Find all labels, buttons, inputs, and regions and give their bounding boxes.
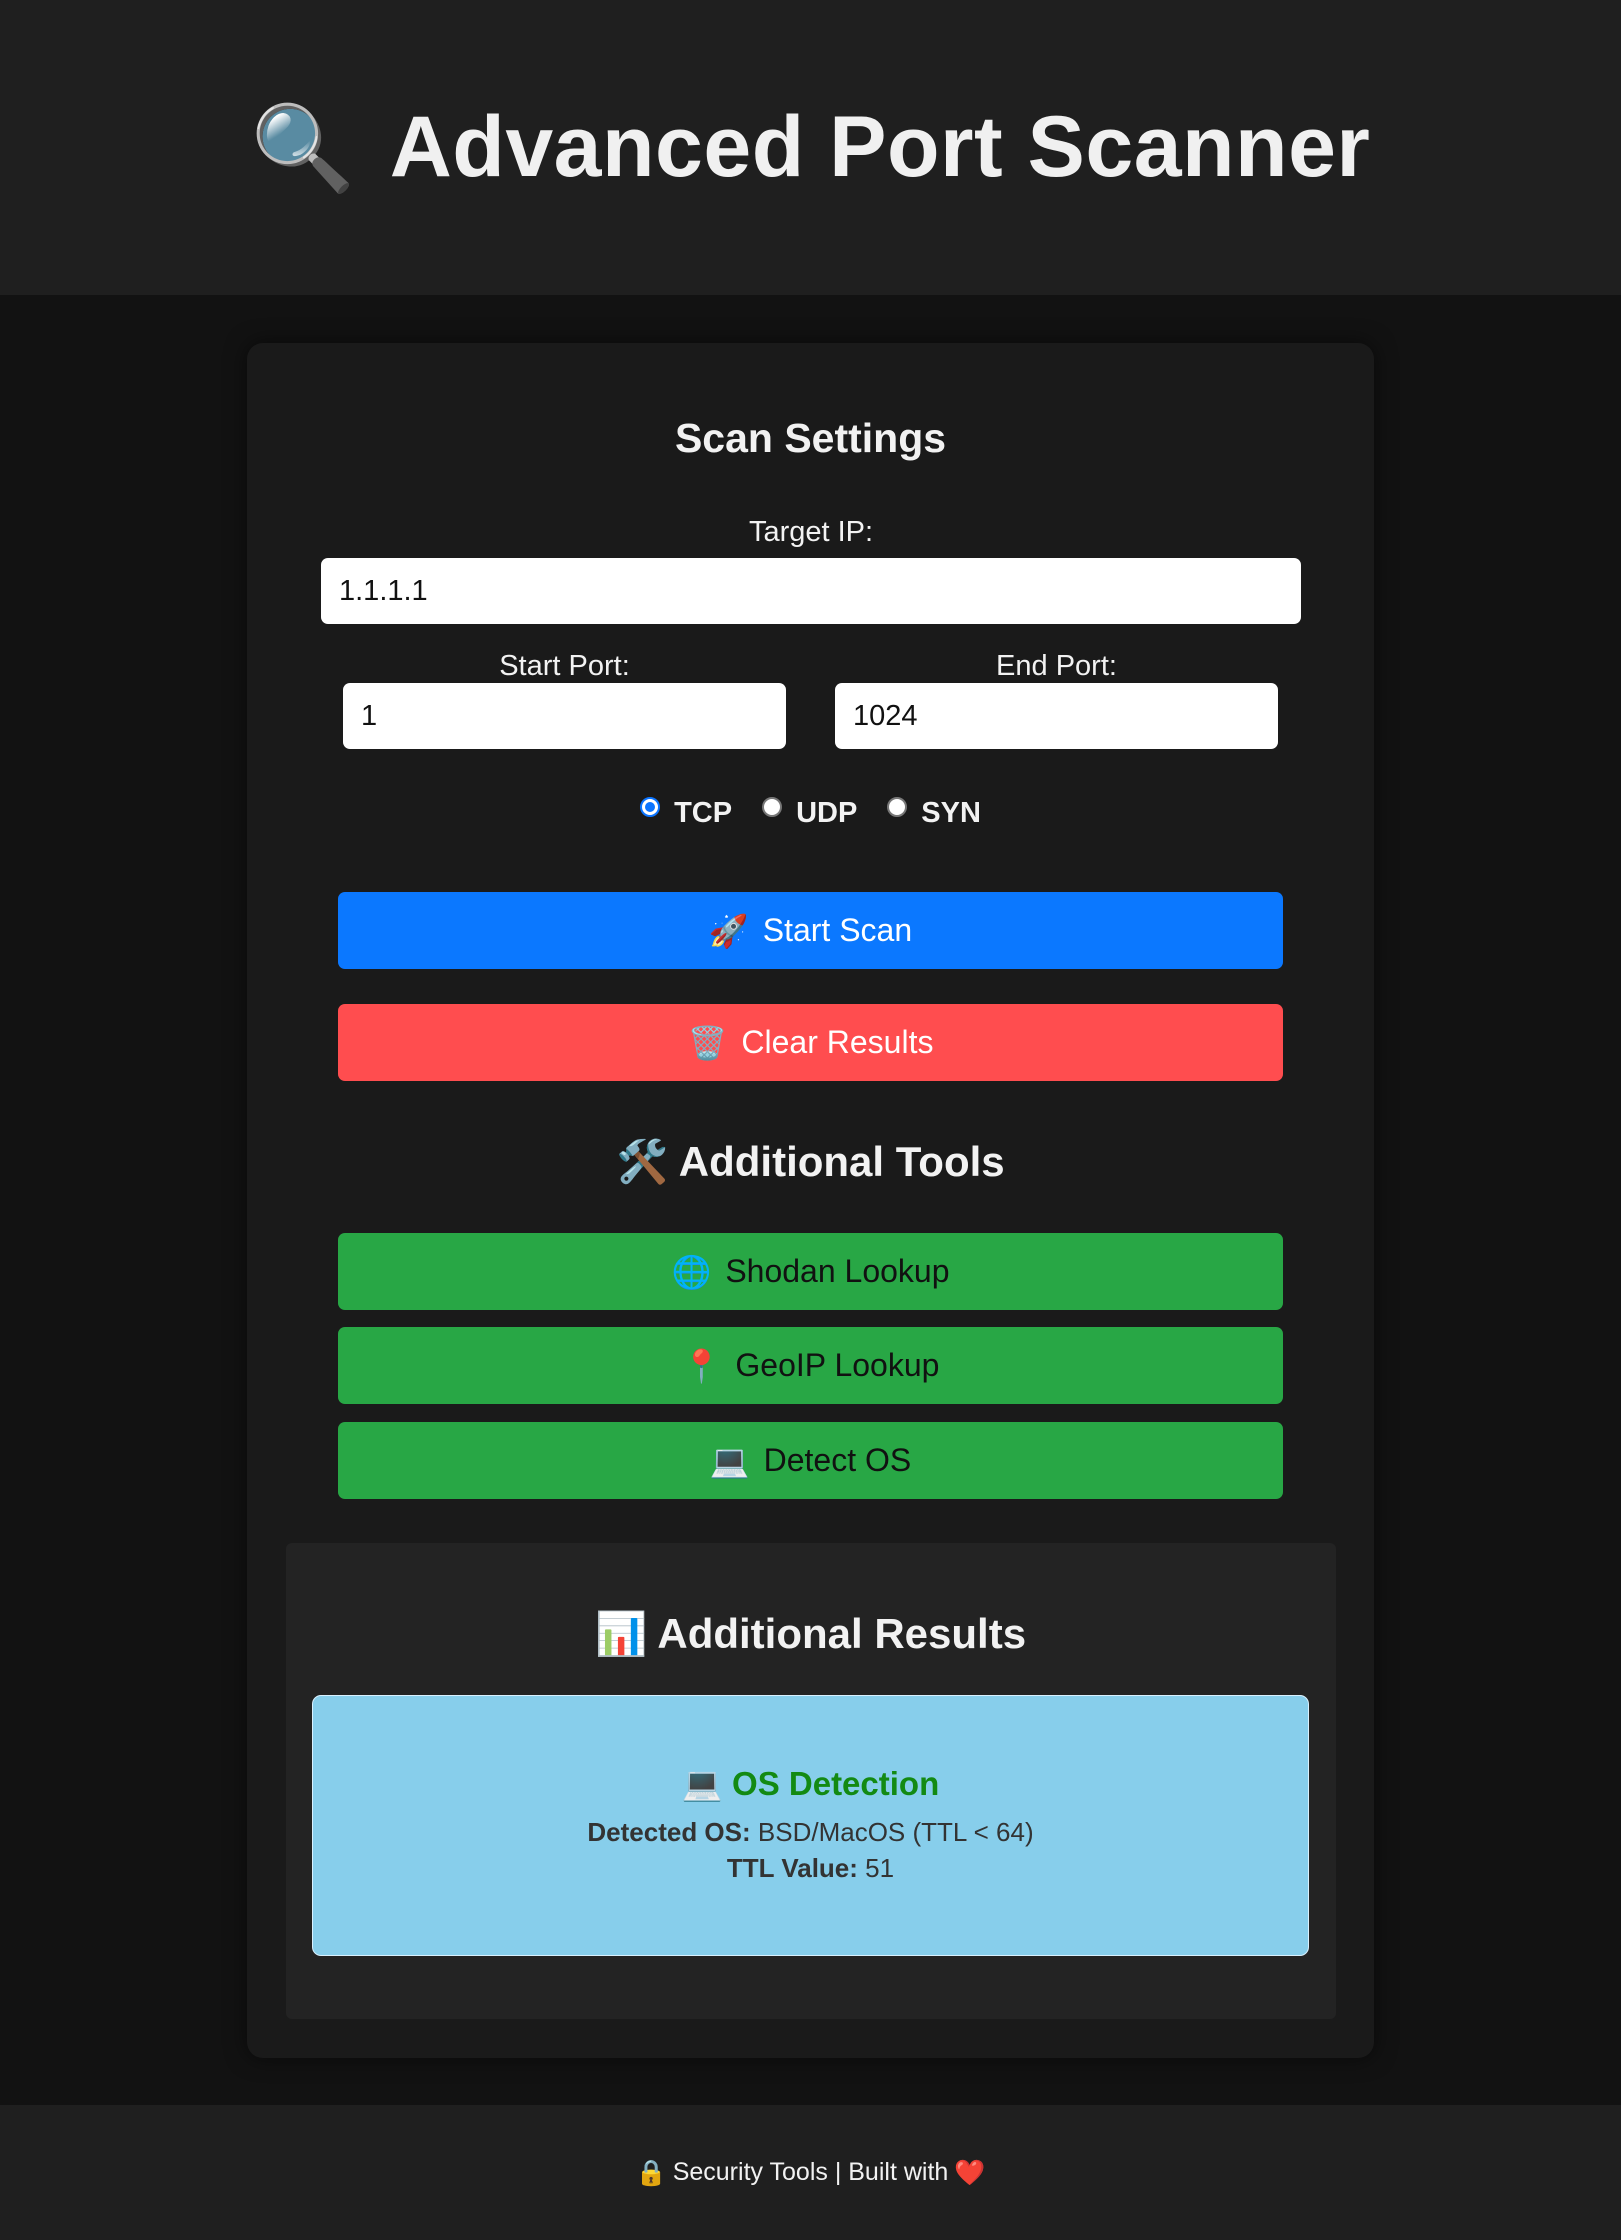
protocol-udp-radio[interactable] bbox=[762, 796, 783, 817]
protocol-tcp-option[interactable]: TCP bbox=[640, 796, 733, 830]
additional-tools-text: Additional Tools bbox=[678, 1138, 1005, 1185]
ttl-value-label: TTL Value: bbox=[726, 1853, 858, 1883]
start-port-label: Start Port: bbox=[499, 650, 630, 682]
ttl-value: 51 bbox=[865, 1853, 895, 1883]
additional-results-text: Additional Results bbox=[657, 1610, 1027, 1657]
os-detection-title-text: OS Detection bbox=[732, 1765, 940, 1802]
protocol-syn-label: SYN bbox=[921, 797, 981, 829]
geoip-lookup-label: GeoIP Lookup bbox=[735, 1347, 940, 1383]
scan-settings-title: Scan Settings bbox=[674, 415, 947, 461]
protocol-syn-option[interactable]: SYN bbox=[887, 796, 981, 830]
detected-os-label: Detected OS: bbox=[587, 1817, 751, 1847]
globe-icon: 🌐 bbox=[671, 1252, 712, 1291]
protocol-tcp-radio[interactable] bbox=[640, 796, 661, 817]
end-port-label: End Port: bbox=[996, 650, 1117, 682]
protocol-udp-label: UDP bbox=[796, 797, 858, 829]
target-ip-label: Target IP: bbox=[748, 516, 874, 548]
additional-tools-title: 🛠️ Additional Tools bbox=[0, 1137, 1621, 1187]
protocol-radio-group: TCP UDP SYN bbox=[0, 796, 1621, 830]
app-footer: 🔒 Security Tools | Built with ❤️ bbox=[0, 2105, 1621, 2240]
shodan-lookup-button[interactable]: 🌐 Shodan Lookup bbox=[338, 1233, 1283, 1310]
ttl-value-line: TTL Value: 51 bbox=[313, 1853, 1308, 1884]
end-port-input[interactable]: 1024 bbox=[835, 683, 1278, 749]
start-scan-label: Start Scan bbox=[762, 912, 913, 948]
detected-os-value: BSD/MacOS (TTL < 64) bbox=[757, 1817, 1034, 1847]
footer-text: Security Tools | Built with bbox=[672, 2158, 949, 2186]
rocket-icon: 🚀 bbox=[708, 911, 749, 950]
os-detection-title: 💻 OS Detection bbox=[313, 1764, 1308, 1804]
pin-icon: 📍 bbox=[681, 1346, 722, 1385]
start-port-input[interactable]: 1 bbox=[343, 683, 786, 749]
target-ip-input[interactable]: 1.1.1.1 bbox=[321, 558, 1301, 624]
os-detection-card: 💻 OS Detection Detected OS: BSD/MacOS (T… bbox=[312, 1695, 1309, 1956]
laptop-icon: 💻 bbox=[709, 1441, 750, 1480]
trash-icon: 🗑️ bbox=[687, 1023, 728, 1062]
protocol-tcp-label: TCP bbox=[674, 797, 733, 829]
bar-chart-icon: 📊 bbox=[594, 1609, 648, 1658]
tools-icon: 🛠️ bbox=[616, 1137, 669, 1186]
geoip-lookup-button[interactable]: 📍 GeoIP Lookup bbox=[338, 1327, 1283, 1404]
detect-os-button[interactable]: 💻 Detect OS bbox=[338, 1422, 1283, 1499]
clear-results-button[interactable]: 🗑️ Clear Results bbox=[338, 1004, 1283, 1081]
start-scan-button[interactable]: 🚀 Start Scan bbox=[338, 892, 1283, 969]
protocol-syn-radio[interactable] bbox=[887, 796, 908, 817]
detected-os-line: Detected OS: BSD/MacOS (TTL < 64) bbox=[313, 1817, 1308, 1848]
app-header: 🔍 Advanced Port Scanner bbox=[0, 0, 1621, 295]
page-title-text: Advanced Port Scanner bbox=[389, 99, 1371, 195]
protocol-udp-option[interactable]: UDP bbox=[762, 796, 858, 830]
lock-icon: 🔒 bbox=[635, 2157, 667, 2187]
magnifying-glass-icon: 🔍 bbox=[250, 100, 356, 195]
detect-os-label: Detect OS bbox=[763, 1442, 912, 1478]
shodan-lookup-label: Shodan Lookup bbox=[725, 1253, 950, 1289]
additional-results-title: 📊 Additional Results bbox=[0, 1609, 1621, 1659]
heart-icon: ❤️ bbox=[954, 2157, 986, 2187]
page-title: 🔍 Advanced Port Scanner bbox=[251, 98, 1371, 197]
clear-results-label: Clear Results bbox=[741, 1024, 934, 1060]
laptop-icon: 💻 bbox=[681, 1764, 723, 1803]
